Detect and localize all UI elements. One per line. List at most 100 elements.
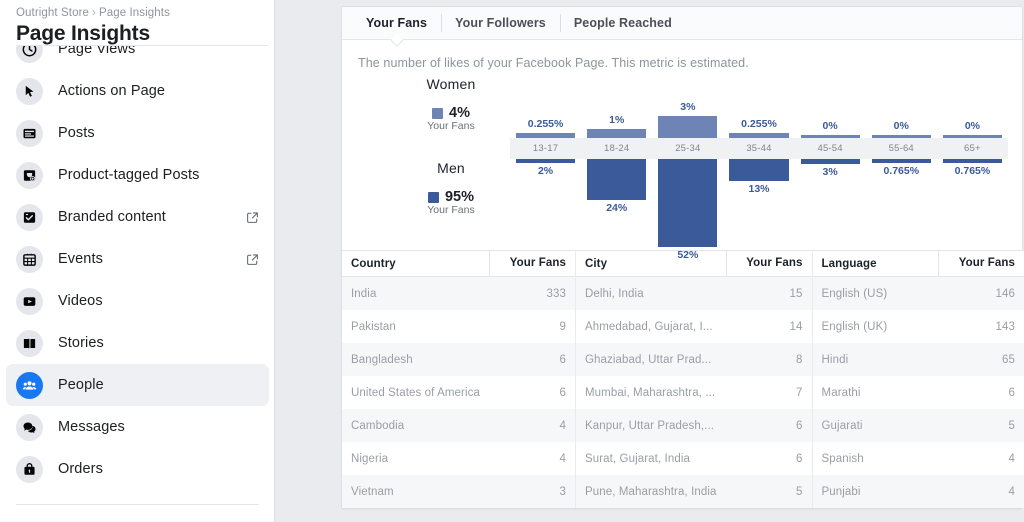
legend-women-pct: 4% xyxy=(449,105,470,121)
row-label: Bangladesh xyxy=(351,353,413,366)
table-row[interactable]: Delhi, India 15 xyxy=(575,277,812,310)
badge-check-icon xyxy=(16,203,43,231)
tab-label: People Reached xyxy=(573,16,672,30)
table-row[interactable]: Cambodia 4 xyxy=(342,409,575,442)
external-link-icon[interactable] xyxy=(246,253,259,266)
row-value: 3 xyxy=(559,485,566,498)
sidebar-item-branded-content[interactable]: Branded content xyxy=(6,196,269,238)
men-value-label: 13% xyxy=(748,183,770,195)
legend-men-pct: 95% xyxy=(444,189,475,205)
country-table: Country Your Fans India 333 Pakistan 9 Banglad… xyxy=(342,250,575,508)
row-label: Pune, Maharashtra, India xyxy=(584,485,717,498)
men-bar xyxy=(800,159,860,165)
tab-label: Your Fans xyxy=(366,16,428,30)
column-header[interactable]: Your Fans xyxy=(488,250,575,277)
row-label: English (US) xyxy=(821,287,888,300)
article-icon xyxy=(16,119,43,147)
left-sidebar: Outright Store › Page Insights Page Insigh… xyxy=(0,0,275,522)
sidebar-item-label: Branded content xyxy=(58,209,166,225)
age-group-column: 0% 0.765% 65+ xyxy=(936,70,1008,244)
table-row[interactable]: United States of America 6 xyxy=(342,376,575,409)
breadcrumb-parent[interactable]: Outright Store xyxy=(16,7,89,19)
sidebar-item-label: Orders xyxy=(58,461,103,477)
table-row[interactable]: Surat, Gujarat, India 6 xyxy=(575,442,812,475)
sidebar-nav-list: Page Views Actions on Page Posts Product… xyxy=(0,0,274,505)
men-bar xyxy=(658,159,718,247)
sidebar-item-stories[interactable]: Stories xyxy=(6,322,269,364)
row-value: 5 xyxy=(1008,419,1015,432)
sidebar-item-label: Posts xyxy=(58,125,95,141)
men-bar xyxy=(942,159,1002,163)
sidebar-header: Outright Store › Page Insights Page Insigh… xyxy=(0,0,274,46)
sidebar-item-people[interactable]: People xyxy=(6,364,269,406)
row-label: Surat, Gujarat, India xyxy=(584,452,690,465)
external-link-icon[interactable] xyxy=(246,211,259,224)
table-row[interactable]: Hindi 65 xyxy=(812,343,1024,376)
tab-your-fans[interactable]: Your Fans xyxy=(352,7,441,47)
table-row[interactable]: Ahmedabad, Gujarat, I... 14 xyxy=(575,310,812,343)
column-header[interactable]: Language xyxy=(813,258,938,270)
row-value: 14 xyxy=(789,320,803,333)
age-band-label: 35-44 xyxy=(746,143,772,154)
sidebar-item-messages[interactable]: Messages xyxy=(6,406,269,448)
sidebar-item-actions-on-page[interactable]: Actions on Page xyxy=(6,70,269,112)
women-value-label: 1% xyxy=(609,113,625,126)
row-label: Ahmedabad, Gujarat, I... xyxy=(584,320,713,333)
table-row[interactable]: India 333 xyxy=(342,277,575,310)
sidebar-scroll-area[interactable]: Page Views Actions on Page Posts Product… xyxy=(0,0,274,505)
age-band-label: 65+ xyxy=(964,143,981,154)
product-tag-icon xyxy=(16,161,43,189)
sidebar-header-divider xyxy=(16,45,268,46)
video-play-icon xyxy=(16,287,43,315)
sidebar-item-videos[interactable]: Videos xyxy=(6,280,269,322)
sidebar-item-events[interactable]: Events xyxy=(6,238,269,280)
row-label: Gujarati xyxy=(821,419,863,432)
table-row[interactable]: Kanpur, Uttar Pradesh,... 6 xyxy=(575,409,812,442)
table-row[interactable]: Pakistan 9 xyxy=(342,310,575,343)
row-value: 7 xyxy=(796,386,803,399)
men-value-label: 2% xyxy=(537,165,554,177)
men-value-label: 3% xyxy=(822,166,838,179)
age-band: 25-34 xyxy=(652,138,724,159)
age-band-label: 25-34 xyxy=(675,143,701,154)
legend-women-swatch xyxy=(432,107,444,119)
column-header[interactable]: Country xyxy=(342,258,489,270)
chat-bubbles-icon xyxy=(16,413,43,441)
tab-people-reached[interactable]: People Reached xyxy=(559,7,686,39)
men-bar xyxy=(587,159,647,200)
sidebar-item-orders[interactable]: Orders xyxy=(6,448,269,490)
table-row[interactable]: Mumbai, Maharashtra, ... 7 xyxy=(575,376,812,409)
table-row[interactable]: Nigeria 4 xyxy=(342,442,575,475)
city-table: City Your Fans Delhi, India 15 Ahmedabad, Gu… xyxy=(574,250,812,508)
row-value: 6 xyxy=(796,452,803,465)
table-row[interactable]: Pune, Maharashtra, India 5 xyxy=(575,475,812,508)
age-band: 55-64 xyxy=(865,138,937,159)
tab-your-followers[interactable]: Your Followers xyxy=(441,7,560,39)
chart-bars: 0.255% 2% 13-17 1% 24% 18-24 3% 52% 25-34 0.255% 1… xyxy=(510,70,1008,261)
table-row[interactable]: Marathi 6 xyxy=(812,376,1024,409)
table-row[interactable]: Ghaziabad, Uttar Prad... 8 xyxy=(575,343,812,376)
tab-bar: Your Fans Your Followers People Reached xyxy=(342,7,1022,47)
table-row[interactable]: Spanish 4 xyxy=(812,442,1024,475)
row-label: Delhi, India xyxy=(584,287,644,300)
women-value-label: 0.255% xyxy=(527,118,564,131)
legend-women-title: Women xyxy=(426,76,476,92)
sidebar-item-posts[interactable]: Posts xyxy=(6,112,269,154)
age-group-column: 0% 0.765% 55-64 xyxy=(865,70,937,244)
sidebar-item-product-tagged-posts[interactable]: Product-tagged Posts xyxy=(6,154,269,196)
age-band: 45-54 xyxy=(794,138,866,159)
table-row[interactable]: Punjabi 4 xyxy=(812,475,1024,508)
table-row[interactable]: English (UK) 143 xyxy=(812,310,1024,343)
men-value-label: 52% xyxy=(677,249,699,261)
table-row[interactable]: Gujarati 5 xyxy=(812,409,1024,442)
column-header[interactable]: Your Fans xyxy=(725,250,812,277)
women-bar xyxy=(658,115,718,138)
table-body: Delhi, India 15 Ahmedabad, Gujarat, I... 14… xyxy=(575,277,812,508)
row-value: 6 xyxy=(559,386,566,399)
page-title: Page Insights xyxy=(16,22,150,45)
row-label: Pakistan xyxy=(351,320,396,333)
table-row[interactable]: Vietnam 3 xyxy=(342,475,575,508)
table-row[interactable]: Bangladesh 6 xyxy=(342,343,575,376)
column-header[interactable]: Your Fans xyxy=(938,250,1024,277)
table-row[interactable]: English (US) 146 xyxy=(812,277,1024,310)
